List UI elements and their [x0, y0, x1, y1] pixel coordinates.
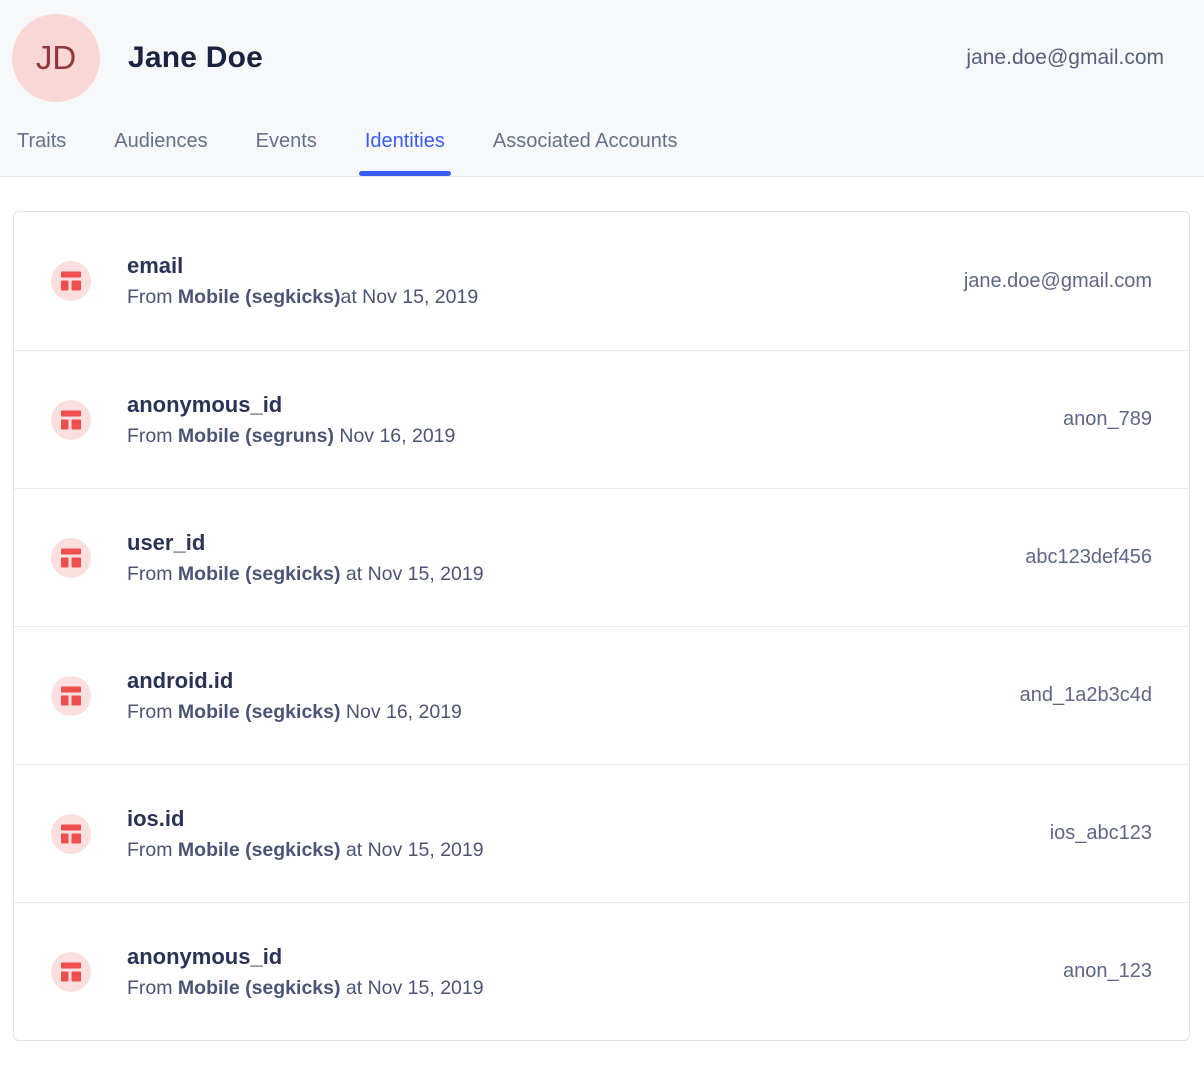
identities-card: email From Mobile (segkicks)at Nov 15, 2…	[13, 211, 1190, 1041]
identity-source: Mobile (segruns)	[178, 425, 334, 447]
identity-source: Mobile (segkicks)	[178, 701, 341, 723]
identity-row-main: user_id From Mobile (segkicks) at Nov 15…	[127, 530, 1001, 586]
identity-value: jane.doe@gmail.com	[964, 270, 1152, 293]
identity-value: ios_abc123	[1050, 822, 1152, 845]
tab-bar: Traits Audiences Events Identities Assoc…	[0, 130, 1204, 176]
tab-associated-accounts[interactable]: Associated Accounts	[493, 130, 678, 176]
identity-source-line: From Mobile (segkicks) at Nov 15, 2019	[127, 839, 1026, 862]
identity-value: anon_123	[1063, 960, 1152, 983]
page-title: Jane Doe	[128, 41, 263, 75]
identity-date: at Nov 15, 2019	[340, 563, 483, 585]
tab-audiences[interactable]: Audiences	[114, 130, 207, 176]
identity-source: Mobile (segkicks)	[178, 286, 341, 308]
identity-name: anonymous_id	[127, 392, 1039, 418]
identity-date: Nov 16, 2019	[334, 425, 455, 447]
layout-template-icon	[51, 952, 91, 992]
identity-name: email	[127, 253, 940, 279]
layout-template-icon	[51, 814, 91, 854]
identity-row-main: email From Mobile (segkicks)at Nov 15, 2…	[127, 253, 940, 309]
tab-label: Audiences	[114, 130, 207, 152]
identity-date: at Nov 15, 2019	[340, 839, 483, 861]
identity-name: ios.id	[127, 806, 1026, 832]
profile-email: jane.doe@gmail.com	[966, 46, 1164, 70]
layout-template-icon	[51, 400, 91, 440]
identity-row-main: anonymous_id From Mobile (segkicks) at N…	[127, 944, 1039, 1000]
tab-label: Traits	[17, 130, 66, 152]
identity-source-line: From Mobile (segkicks) Nov 16, 2019	[127, 701, 996, 724]
layout-template-icon	[51, 676, 91, 716]
identity-row: user_id From Mobile (segkicks) at Nov 15…	[14, 488, 1189, 626]
identity-name: anonymous_id	[127, 944, 1039, 970]
tab-label: Associated Accounts	[493, 130, 678, 152]
avatar: JD	[12, 14, 100, 102]
identity-row: email From Mobile (segkicks)at Nov 15, 2…	[14, 212, 1189, 350]
identity-row: android.id From Mobile (segkicks) Nov 16…	[14, 626, 1189, 764]
tab-identities[interactable]: Identities	[365, 130, 445, 176]
tab-traits[interactable]: Traits	[17, 130, 66, 176]
identity-value: abc123def456	[1025, 546, 1152, 569]
identity-name: user_id	[127, 530, 1001, 556]
identity-value: and_1a2b3c4d	[1020, 684, 1152, 707]
identity-from-label: From	[127, 425, 178, 447]
tab-label: Events	[256, 130, 317, 152]
identity-value: anon_789	[1063, 408, 1152, 431]
identity-source: Mobile (segkicks)	[178, 563, 341, 585]
identity-source-line: From Mobile (segkicks) at Nov 15, 2019	[127, 977, 1039, 1000]
identity-date: at Nov 15, 2019	[340, 977, 483, 999]
identity-date: Nov 16, 2019	[340, 701, 461, 723]
identity-from-label: From	[127, 701, 178, 723]
identity-row-main: ios.id From Mobile (segkicks) at Nov 15,…	[127, 806, 1026, 862]
identity-source-line: From Mobile (segkicks)at Nov 15, 2019	[127, 286, 940, 309]
identity-from-label: From	[127, 286, 178, 308]
tab-label: Identities	[365, 130, 445, 152]
profile-header: JD Jane Doe jane.doe@gmail.com Traits Au…	[0, 0, 1204, 177]
identity-from-label: From	[127, 839, 178, 861]
identity-from-label: From	[127, 977, 178, 999]
avatar-initials: JD	[36, 39, 76, 77]
identity-source: Mobile (segkicks)	[178, 839, 341, 861]
identity-row-main: android.id From Mobile (segkicks) Nov 16…	[127, 668, 996, 724]
identity-source-line: From Mobile (segkicks) at Nov 15, 2019	[127, 563, 1001, 586]
main-content: email From Mobile (segkicks)at Nov 15, 2…	[0, 177, 1204, 1041]
identity-row: anonymous_id From Mobile (segkicks) at N…	[14, 902, 1189, 1040]
identity-row: ios.id From Mobile (segkicks) at Nov 15,…	[14, 764, 1189, 902]
identity-date: at Nov 15, 2019	[340, 286, 478, 308]
identity-name: android.id	[127, 668, 996, 694]
identity-row: anonymous_id From Mobile (segruns) Nov 1…	[14, 350, 1189, 488]
layout-template-icon	[51, 261, 91, 301]
identity-source: Mobile (segkicks)	[178, 977, 341, 999]
profile-header-top: JD Jane Doe jane.doe@gmail.com	[0, 0, 1204, 102]
layout-template-icon	[51, 538, 91, 578]
tab-events[interactable]: Events	[256, 130, 317, 176]
identity-from-label: From	[127, 563, 178, 585]
identity-row-main: anonymous_id From Mobile (segruns) Nov 1…	[127, 392, 1039, 448]
identity-source-line: From Mobile (segruns) Nov 16, 2019	[127, 425, 1039, 448]
identity-list: email From Mobile (segkicks)at Nov 15, 2…	[14, 212, 1189, 1040]
